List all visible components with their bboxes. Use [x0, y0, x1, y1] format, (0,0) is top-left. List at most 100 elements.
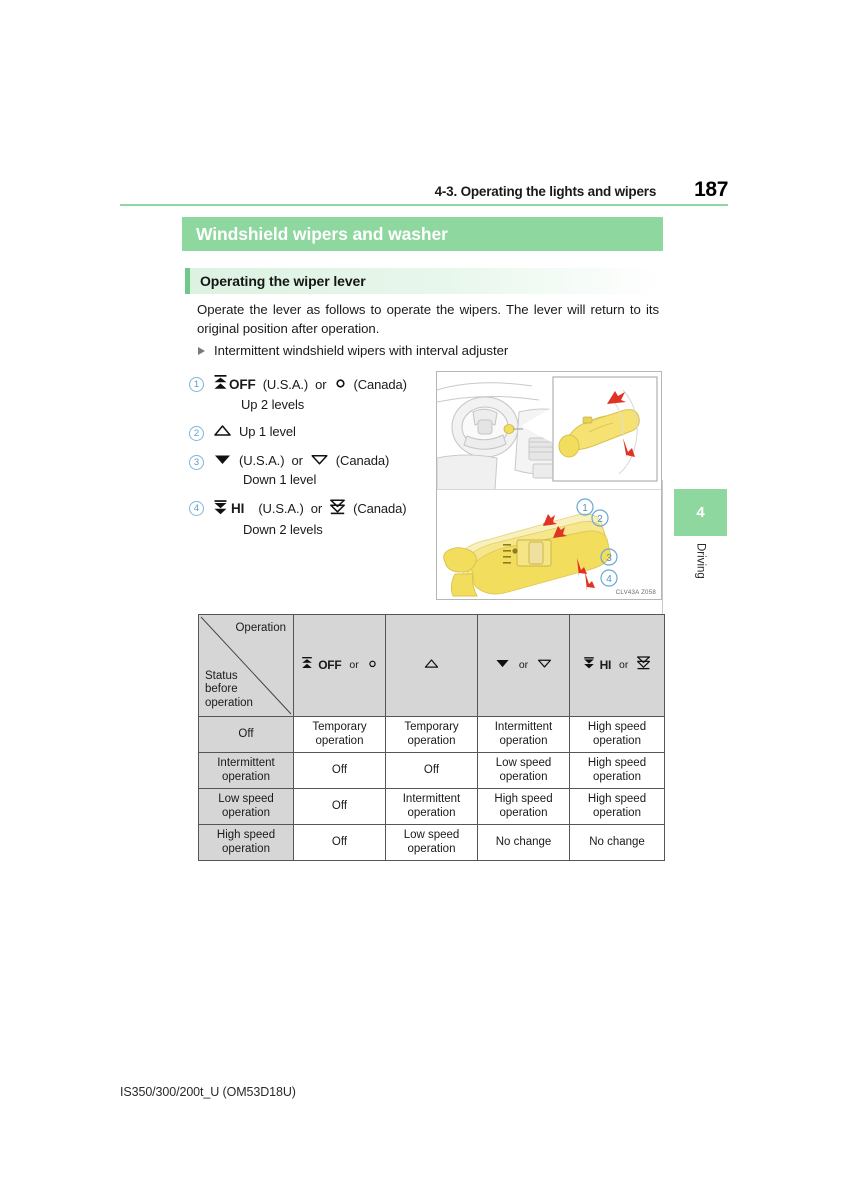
table-header-or-1: or [349, 658, 359, 671]
table-row: Off Temporary operation Temporary operat… [198, 716, 665, 753]
wiper-hi-double-down-icon [213, 499, 228, 519]
subheading-text: Operating the wiper lever [200, 273, 366, 289]
lever-region-usa: (U.S.A.) [239, 453, 285, 468]
list-item: 2 Up 1 level [189, 423, 434, 441]
table-header-hi: HI or [569, 614, 665, 717]
table-cell: No change [569, 824, 665, 861]
side-tab-rule [662, 480, 663, 626]
wiper-off-double-up-icon [301, 656, 313, 675]
table-cell: Off [293, 752, 386, 789]
triangle-right-icon [198, 346, 205, 355]
bullet-label: Intermittent windshield wipers with inte… [214, 343, 509, 358]
lever-detail-2: Up 1 level [239, 424, 296, 439]
chapter-tab-label-wrap: Driving [674, 540, 727, 620]
list-item: 3 (U.S.A.) or (Canada) Down 1 level [189, 452, 434, 487]
lever-operations-list: 1 OFF (U.S.A.) or (Canada) Up 2 levels 2… [189, 374, 434, 542]
figure-callout-3: 3 [606, 553, 612, 564]
table-cell: High speed operation [477, 788, 570, 825]
table-header-or-4: or [619, 658, 629, 671]
table-row-axis-label: Status before operation [205, 669, 253, 709]
lever-or-1: or [315, 376, 327, 392]
table-cell: Low speed operation [385, 824, 478, 861]
table-row: High speed operation Off Low speed opera… [198, 824, 665, 861]
chapter-tab: 4 [674, 489, 727, 536]
triangle-down-outline-icon [310, 452, 329, 469]
lever-or-4: or [310, 501, 323, 516]
bullet-item: Intermittent windshield wipers with inte… [198, 343, 668, 358]
lever-region-canada: (Canada) [335, 453, 390, 468]
header-rule [120, 204, 728, 206]
table-cell: High speed operation [569, 752, 665, 789]
table-header-down1: or [477, 614, 570, 717]
table-row-status: Off [198, 716, 294, 753]
table-row: Low speed operation Off Intermittent ope… [198, 788, 665, 825]
list-item: 4 HI (U.S.A.) or (Canada) Down 2 levels [189, 498, 434, 537]
lever-or-3: or [291, 453, 303, 468]
table-header-off-label: OFF [318, 657, 342, 672]
triangle-down-filled-icon [494, 657, 511, 674]
table-cell: Intermittent operation [385, 788, 478, 825]
table-row-status: Intermittent operation [198, 752, 294, 789]
figure-code: CLV43A Z058 [615, 589, 656, 596]
triangle-up-outline-icon [213, 423, 232, 440]
table-header-or-3: or [518, 658, 529, 671]
manual-page: 4-3. Operating the lights and wipers 187… [0, 0, 848, 1200]
table-cell: High speed operation [569, 716, 665, 753]
table-cell: Off [293, 788, 386, 825]
chapter-tab-label: Driving [694, 543, 707, 579]
wiper-operation-table: Operation Status before operation OFF or… [198, 614, 665, 861]
figure-callout-4: 4 [606, 574, 612, 585]
circle-o-icon [334, 376, 347, 392]
wiper-lever-illustration: 1 2 3 4 CLV43A Z058 [436, 371, 662, 600]
page-title: Windshield wipers and washer [196, 223, 448, 244]
lever-detail-1: Up 2 levels [241, 397, 305, 412]
lever-region-canada: (Canada) [353, 501, 407, 516]
table-cell: Low speed operation [477, 752, 570, 789]
cockpit-illustration [437, 372, 661, 490]
lever-detail-4: Down 2 levels [243, 522, 323, 537]
triangle-down-filled-icon [213, 452, 232, 469]
double-chevron-down-outline-icon [329, 498, 346, 519]
table-cell: Intermittent operation [477, 716, 570, 753]
intro-paragraph: Operate the lever as follows to operate … [197, 302, 659, 336]
list-item: 1 OFF (U.S.A.) or (Canada) Up 2 levels [189, 374, 434, 412]
table-row: Intermittent operation Off Off Low speed… [198, 752, 665, 789]
table-header-hi-label: HI [599, 657, 612, 672]
table-cell: Off [293, 824, 386, 861]
wiper-hi-double-down-icon [583, 656, 595, 675]
table-header-up1 [385, 614, 478, 717]
lever-detail-3: Down 1 level [243, 472, 317, 487]
table-col-axis-label: Operation [235, 622, 286, 634]
table-cell: Off [385, 752, 478, 789]
table-cell: Temporary operation [293, 716, 386, 753]
lever-region-canada: (Canada) [353, 376, 408, 392]
lever-detail-illustration: 1 2 3 4 [437, 490, 661, 599]
lever-region-usa: (U.S.A.) [262, 376, 309, 392]
lever-region-usa: (U.S.A.) [258, 501, 304, 516]
table-header-row: Operation Status before operation OFF or… [198, 614, 665, 717]
table-header-off: OFF or [293, 614, 386, 717]
callout-number-2: 2 [189, 426, 204, 441]
triangle-down-outline-icon [536, 657, 553, 674]
section-title: 4-3. Operating the lights and wipers [434, 184, 657, 199]
triangle-up-outline-icon [423, 657, 440, 674]
callout-number-3: 3 [189, 455, 204, 470]
table-cell: High speed operation [569, 788, 665, 825]
table-row-status: High speed operation [198, 824, 294, 861]
callout-number-1: 1 [189, 377, 204, 392]
lever-label-hi: HI [231, 501, 245, 516]
running-head: 4-3. Operating the lights and wipers 187 [120, 178, 729, 202]
lever-label-off: OFF [229, 376, 256, 392]
subheading-bar: Operating the wiper lever [185, 268, 663, 294]
footer-document-code: IS350/300/200t_U (OM53D18U) [120, 1085, 296, 1099]
circle-o-icon [367, 658, 378, 674]
table-row-status: Low speed operation [198, 788, 294, 825]
wiper-off-double-up-icon [213, 374, 228, 394]
double-chevron-down-outline-icon [636, 655, 651, 676]
page-title-bar: Windshield wipers and washer [182, 217, 663, 251]
figure-callout-1: 1 [582, 503, 588, 514]
callout-number-4: 4 [189, 501, 204, 516]
page-number: 187 [694, 178, 728, 201]
figure-callout-2: 2 [597, 514, 603, 525]
table-corner-cell: Operation Status before operation [198, 614, 294, 717]
